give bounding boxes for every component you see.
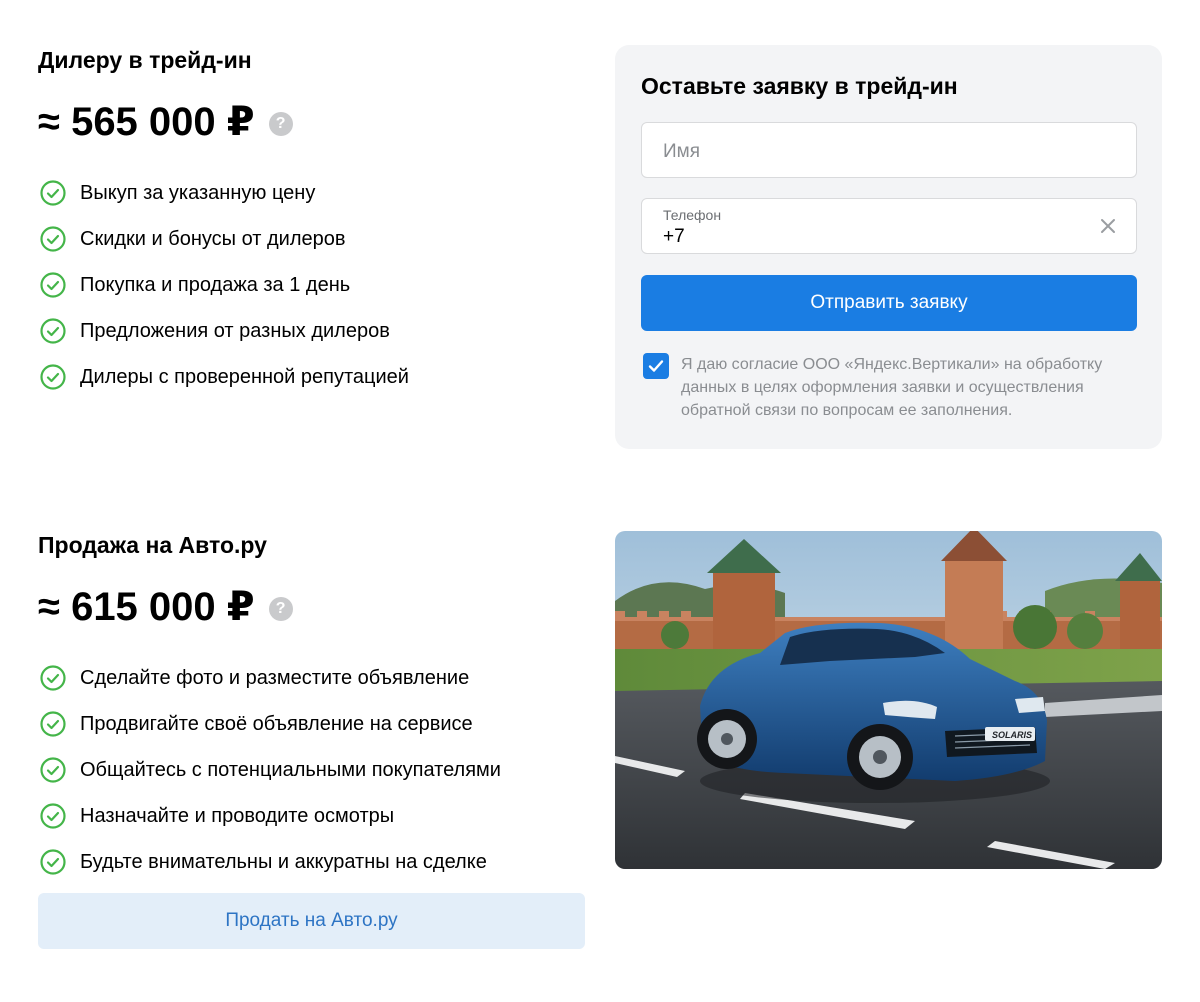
feature-text: Будьте внимательны и аккуратны на сделке: [80, 850, 487, 873]
list-item: Продвигайте своё объявление на сервисе: [40, 701, 501, 747]
name-placeholder: Имя: [663, 141, 701, 162]
feature-text: Скидки и бонусы от дилеров: [80, 227, 346, 250]
check-circle-icon: [40, 757, 66, 783]
dealer-section-title: Дилеру в трейд-ин: [38, 47, 252, 73]
autoru-price-value: ≈ 615 000 ₽: [38, 585, 255, 629]
autoru-section-title: Продажа на Авто.ру: [38, 532, 267, 558]
feature-text: Дилеры с проверенной репутацией: [80, 365, 409, 388]
car-illustration: SOLARIS: [615, 531, 1162, 869]
trade-in-form: Оставьте заявку в трейд-ин Имя Телефон +…: [615, 45, 1162, 449]
dealer-price: ≈ 565 000 ₽ ?: [38, 99, 293, 145]
feature-text: Выкуп за указанную цену: [80, 181, 316, 204]
feature-text: Продвигайте своё объявление на сервисе: [80, 712, 473, 735]
list-item: Будьте внимательны и аккуратны на сделке: [40, 839, 501, 885]
form-title: Оставьте заявку в трейд-ин: [641, 73, 958, 99]
phone-field[interactable]: Телефон +7: [641, 198, 1137, 254]
consent-checkbox[interactable]: [643, 353, 669, 379]
consent-text: Я даю согласие ООО «Яндекс.Вертикали» на…: [681, 356, 1103, 419]
dealer-features-list: Выкуп за указанную цену Скидки и бонусы …: [40, 170, 409, 400]
plate-text: SOLARIS: [992, 730, 1032, 740]
autoru-features-list: Сделайте фото и разместите объявление Пр…: [40, 655, 501, 885]
list-item: Выкуп за указанную цену: [40, 170, 409, 216]
feature-text: Покупка и продажа за 1 день: [80, 273, 351, 296]
checkmark-icon: [648, 360, 664, 372]
phone-label: Телефон: [663, 207, 722, 223]
list-item: Назначайте и проводите осмотры: [40, 793, 501, 839]
submit-button[interactable]: Отправить заявку: [641, 275, 1137, 331]
feature-text: Назначайте и проводите осмотры: [80, 804, 395, 827]
list-item: Сделайте фото и разместите объявление: [40, 655, 501, 701]
sell-on-autoru-button[interactable]: Продать на Авто.ру: [38, 893, 585, 949]
car-photo: SOLARIS: [615, 531, 1162, 869]
feature-text: Предложения от разных дилеров: [80, 319, 390, 342]
check-circle-icon: [40, 364, 66, 390]
close-icon[interactable]: [1096, 214, 1120, 238]
check-circle-icon: [40, 665, 66, 691]
list-item: Предложения от разных дилеров: [40, 308, 409, 354]
check-circle-icon: [40, 711, 66, 737]
list-item: Общайтесь с потенциальными покупателями: [40, 747, 501, 793]
check-circle-icon: [40, 226, 66, 252]
name-field[interactable]: Имя: [641, 122, 1137, 178]
list-item: Дилеры с проверенной репутацией: [40, 354, 409, 400]
check-circle-icon: [40, 803, 66, 829]
list-item: Скидки и бонусы от дилеров: [40, 216, 409, 262]
autoru-price: ≈ 615 000 ₽ ?: [38, 584, 293, 630]
list-item: Покупка и продажа за 1 день: [40, 262, 409, 308]
feature-text: Общайтесь с потенциальными покупателями: [80, 758, 501, 781]
question-circle-icon[interactable]: ?: [268, 597, 293, 621]
check-circle-icon: [40, 318, 66, 344]
check-circle-icon: [40, 849, 66, 875]
question-circle-icon[interactable]: ?: [268, 112, 293, 136]
phone-value: +7: [663, 226, 685, 247]
dealer-price-value: ≈ 565 000 ₽: [38, 100, 255, 144]
check-circle-icon: [40, 180, 66, 206]
feature-text: Сделайте фото и разместите объявление: [80, 666, 470, 689]
check-circle-icon: [40, 272, 66, 298]
